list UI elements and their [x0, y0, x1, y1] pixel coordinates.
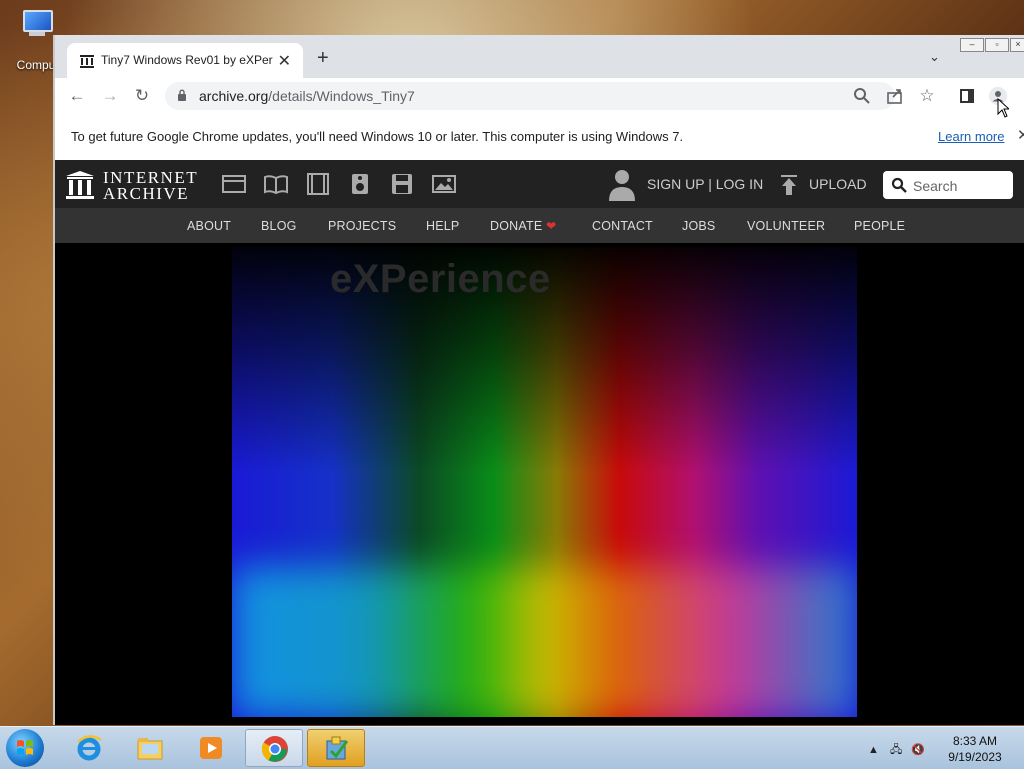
zoom-search-icon[interactable]: [852, 86, 872, 106]
clock-date: 9/19/2023: [948, 750, 1002, 764]
start-button[interactable]: [6, 729, 44, 767]
taskbar-chrome[interactable]: [245, 729, 303, 767]
address-bar[interactable]: archive.org/details/Windows_Tiny7: [165, 82, 895, 110]
archive-favicon-icon: [80, 55, 94, 68]
software-icon[interactable]: [390, 173, 414, 195]
taskbar-ie[interactable]: [60, 729, 118, 767]
search-icon: [891, 177, 907, 193]
mouse-cursor-icon: [997, 98, 1009, 118]
tab-strip: Tiny7 Windows Rev01 by eXPerie ✕ + ⌄ – ▫…: [55, 35, 1024, 78]
network-icon[interactable]: 🖧: [890, 744, 902, 756]
forward-arrow-icon[interactable]: →: [100, 86, 120, 106]
nav-people[interactable]: PEOPLE: [854, 219, 905, 233]
reload-icon[interactable]: ↻: [132, 86, 152, 106]
volume-muted-icon[interactable]: 🔇: [911, 744, 925, 756]
nav-about[interactable]: ABOUT: [187, 219, 231, 233]
heart-icon: ❤: [546, 219, 557, 233]
viewer-gradient-glow: [232, 567, 857, 717]
media-player-icon: [200, 737, 222, 759]
tab-close-icon[interactable]: ✕: [278, 51, 291, 71]
tab-search-chevron-icon[interactable]: ⌄: [929, 49, 940, 65]
internet-explorer-icon: [77, 735, 102, 761]
ia-header: INTERNET ARCHIVE SIGN UP | LOG IN UPLOAD: [55, 160, 1024, 208]
viewer-overlay-title: eXPerience: [330, 257, 551, 301]
tab-title: Tiny7 Windows Rev01 by eXPerie: [101, 53, 273, 67]
close-window-button[interactable]: ×: [1010, 38, 1024, 52]
browser-tab[interactable]: Tiny7 Windows Rev01 by eXPerie ✕: [67, 43, 303, 78]
nav-donate-label: DONATE: [490, 219, 543, 233]
show-hidden-icons-icon[interactable]: ▲: [868, 744, 879, 756]
nav-projects[interactable]: PROJECTS: [328, 219, 396, 233]
nav-donate[interactable]: DONATE ❤: [490, 219, 556, 233]
url-host: archive.org: [199, 88, 269, 104]
share-icon[interactable]: [885, 86, 905, 106]
browser-toolbar: ← → ↻ archive.org/details/Windows_Tiny7 …: [55, 78, 1024, 114]
taskbar-media-player[interactable]: [182, 729, 240, 767]
update-infobar: To get future Google Chrome updates, you…: [55, 114, 1024, 161]
web-icon[interactable]: [222, 173, 246, 195]
signup-login-link[interactable]: SIGN UP | LOG IN: [647, 176, 763, 192]
images-icon[interactable]: [432, 173, 456, 195]
ia-search-box[interactable]: [883, 171, 1013, 199]
infobar-close-icon[interactable]: ✕: [1017, 126, 1024, 144]
texts-icon[interactable]: [264, 173, 288, 195]
new-tab-button[interactable]: +: [317, 47, 329, 70]
browser-window: Tiny7 Windows Rev01 by eXPerie ✕ + ⌄ – ▫…: [53, 35, 1024, 725]
logo-line-2: ARCHIVE: [103, 184, 190, 203]
file-explorer-icon: [137, 738, 163, 760]
nav-jobs[interactable]: JOBS: [682, 219, 715, 233]
clock-time: 8:33 AM: [952, 734, 998, 748]
nav-blog[interactable]: BLOG: [261, 219, 297, 233]
computer-icon: [19, 8, 53, 36]
user-icon[interactable]: [607, 168, 637, 202]
windows-logo-icon: [17, 740, 33, 755]
maximize-button[interactable]: ▫: [985, 38, 1009, 52]
taskbar-active-app[interactable]: [307, 729, 365, 767]
taskbar-explorer[interactable]: [121, 729, 179, 767]
video-icon[interactable]: [306, 173, 330, 195]
upload-icon[interactable]: [779, 174, 799, 196]
taskbar-clock[interactable]: 8:33 AM 9/19/2023: [944, 733, 1006, 765]
media-content-area: eXPerience: [55, 243, 1024, 725]
ia-nav-bar: ABOUT BLOG PROJECTS HELP DONATE ❤ CONTAC…: [55, 208, 1024, 243]
nav-contact[interactable]: CONTACT: [592, 219, 653, 233]
audio-icon[interactable]: [348, 173, 372, 195]
active-app-icon: [326, 736, 349, 760]
lock-icon: [178, 89, 186, 101]
infobar-message: To get future Google Chrome updates, you…: [71, 129, 684, 144]
ia-search-input[interactable]: [911, 175, 1011, 197]
bookmark-star-icon[interactable]: ☆: [917, 86, 937, 106]
archive-building-icon: [66, 171, 94, 199]
nav-volunteer[interactable]: VOLUNTEER: [747, 219, 825, 233]
url-text: archive.org/details/Windows_Tiny7: [199, 88, 415, 104]
side-panel-icon[interactable]: [957, 86, 977, 106]
ia-logo[interactable]: INTERNET ARCHIVE: [65, 168, 197, 203]
nav-help[interactable]: HELP: [426, 219, 459, 233]
tray-area: ▲ 🖧 🔇: [868, 741, 925, 760]
back-arrow-icon[interactable]: ←: [67, 86, 87, 106]
chrome-icon: [261, 736, 288, 762]
learn-more-link[interactable]: Learn more: [938, 129, 1004, 144]
url-path: /details/Windows_Tiny7: [268, 88, 415, 104]
upload-link[interactable]: UPLOAD: [809, 176, 867, 192]
minimize-button[interactable]: –: [960, 38, 984, 52]
taskbar: ▲ 🖧 🔇 8:33 AM 9/19/2023: [0, 726, 1024, 769]
media-viewer[interactable]: eXPerience: [232, 247, 857, 717]
